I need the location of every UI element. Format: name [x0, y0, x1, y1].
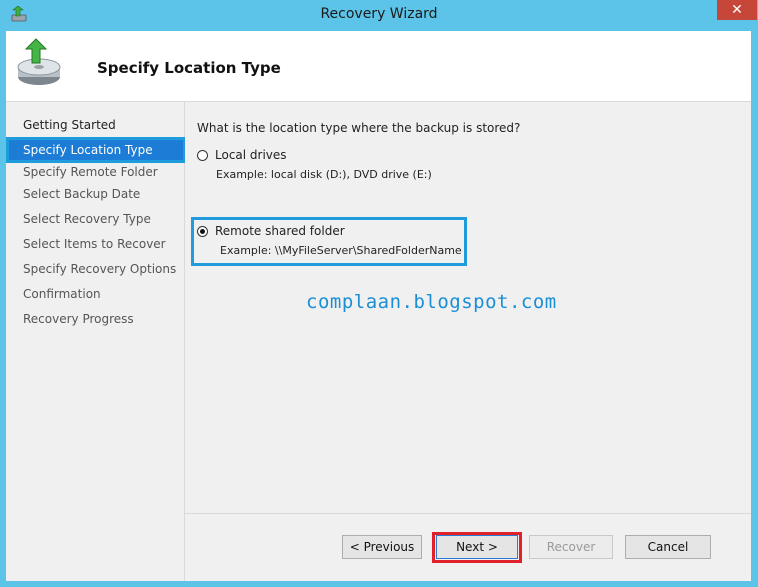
local-drives-example: Example: local disk (D:), DVD drive (E:) — [216, 168, 432, 181]
remote-shared-folder-example: Example: \\MyFileServer\SharedFolderName — [220, 244, 462, 257]
step-specify-recovery-options[interactable]: Specify Recovery Options — [9, 259, 183, 279]
title-bar[interactable]: Recovery Wizard ✕ — [0, 0, 758, 30]
close-button[interactable]: ✕ — [717, 0, 757, 20]
step-specify-remote-folder[interactable]: Specify Remote Folder — [9, 162, 183, 182]
step-getting-started[interactable]: Getting Started — [9, 115, 183, 135]
wizard-header: Specify Location Type — [6, 31, 751, 102]
location-question: What is the location type where the back… — [197, 121, 521, 135]
local-drives-label: Local drives — [215, 148, 287, 162]
local-drives-radio[interactable] — [197, 149, 208, 161]
previous-button[interactable]: < Previous — [342, 535, 422, 559]
page-title: Specify Location Type — [97, 59, 281, 77]
blog-watermark: complaan.blogspot.com — [306, 291, 557, 313]
step-confirmation[interactable]: Confirmation — [9, 284, 183, 304]
next-button[interactable]: Next > — [436, 535, 518, 559]
option-local-drives[interactable]: Local drives — [197, 148, 287, 162]
step-select-recovery-type[interactable]: Select Recovery Type — [9, 209, 183, 229]
window-title: Recovery Wizard — [320, 6, 438, 22]
wizard-content: What is the location type where the back… — [185, 102, 751, 581]
disk-restore-icon — [17, 38, 61, 85]
remote-shared-folder-radio[interactable] — [197, 225, 208, 237]
step-select-items-to-recover[interactable]: Select Items to Recover — [9, 234, 183, 254]
recovery-wizard-window: Recovery Wizard ✕ Specify Location Type … — [0, 0, 758, 587]
remote-shared-folder-label: Remote shared folder — [215, 224, 345, 238]
option-remote-shared-folder[interactable]: Remote shared folder — [197, 224, 345, 238]
step-select-backup-date[interactable]: Select Backup Date — [9, 184, 183, 204]
step-specify-location-type[interactable]: Specify Location Type — [6, 137, 186, 163]
cancel-button[interactable]: Cancel — [625, 535, 711, 559]
step-recovery-progress[interactable]: Recovery Progress — [9, 309, 183, 329]
footer-divider — [185, 513, 751, 514]
wizard-steps-panel: Getting Started Specify Location Type Sp… — [6, 102, 186, 581]
wizard-client-area: Specify Location Type Getting Started Sp… — [6, 31, 751, 581]
recover-button[interactable]: Recover — [529, 535, 613, 559]
